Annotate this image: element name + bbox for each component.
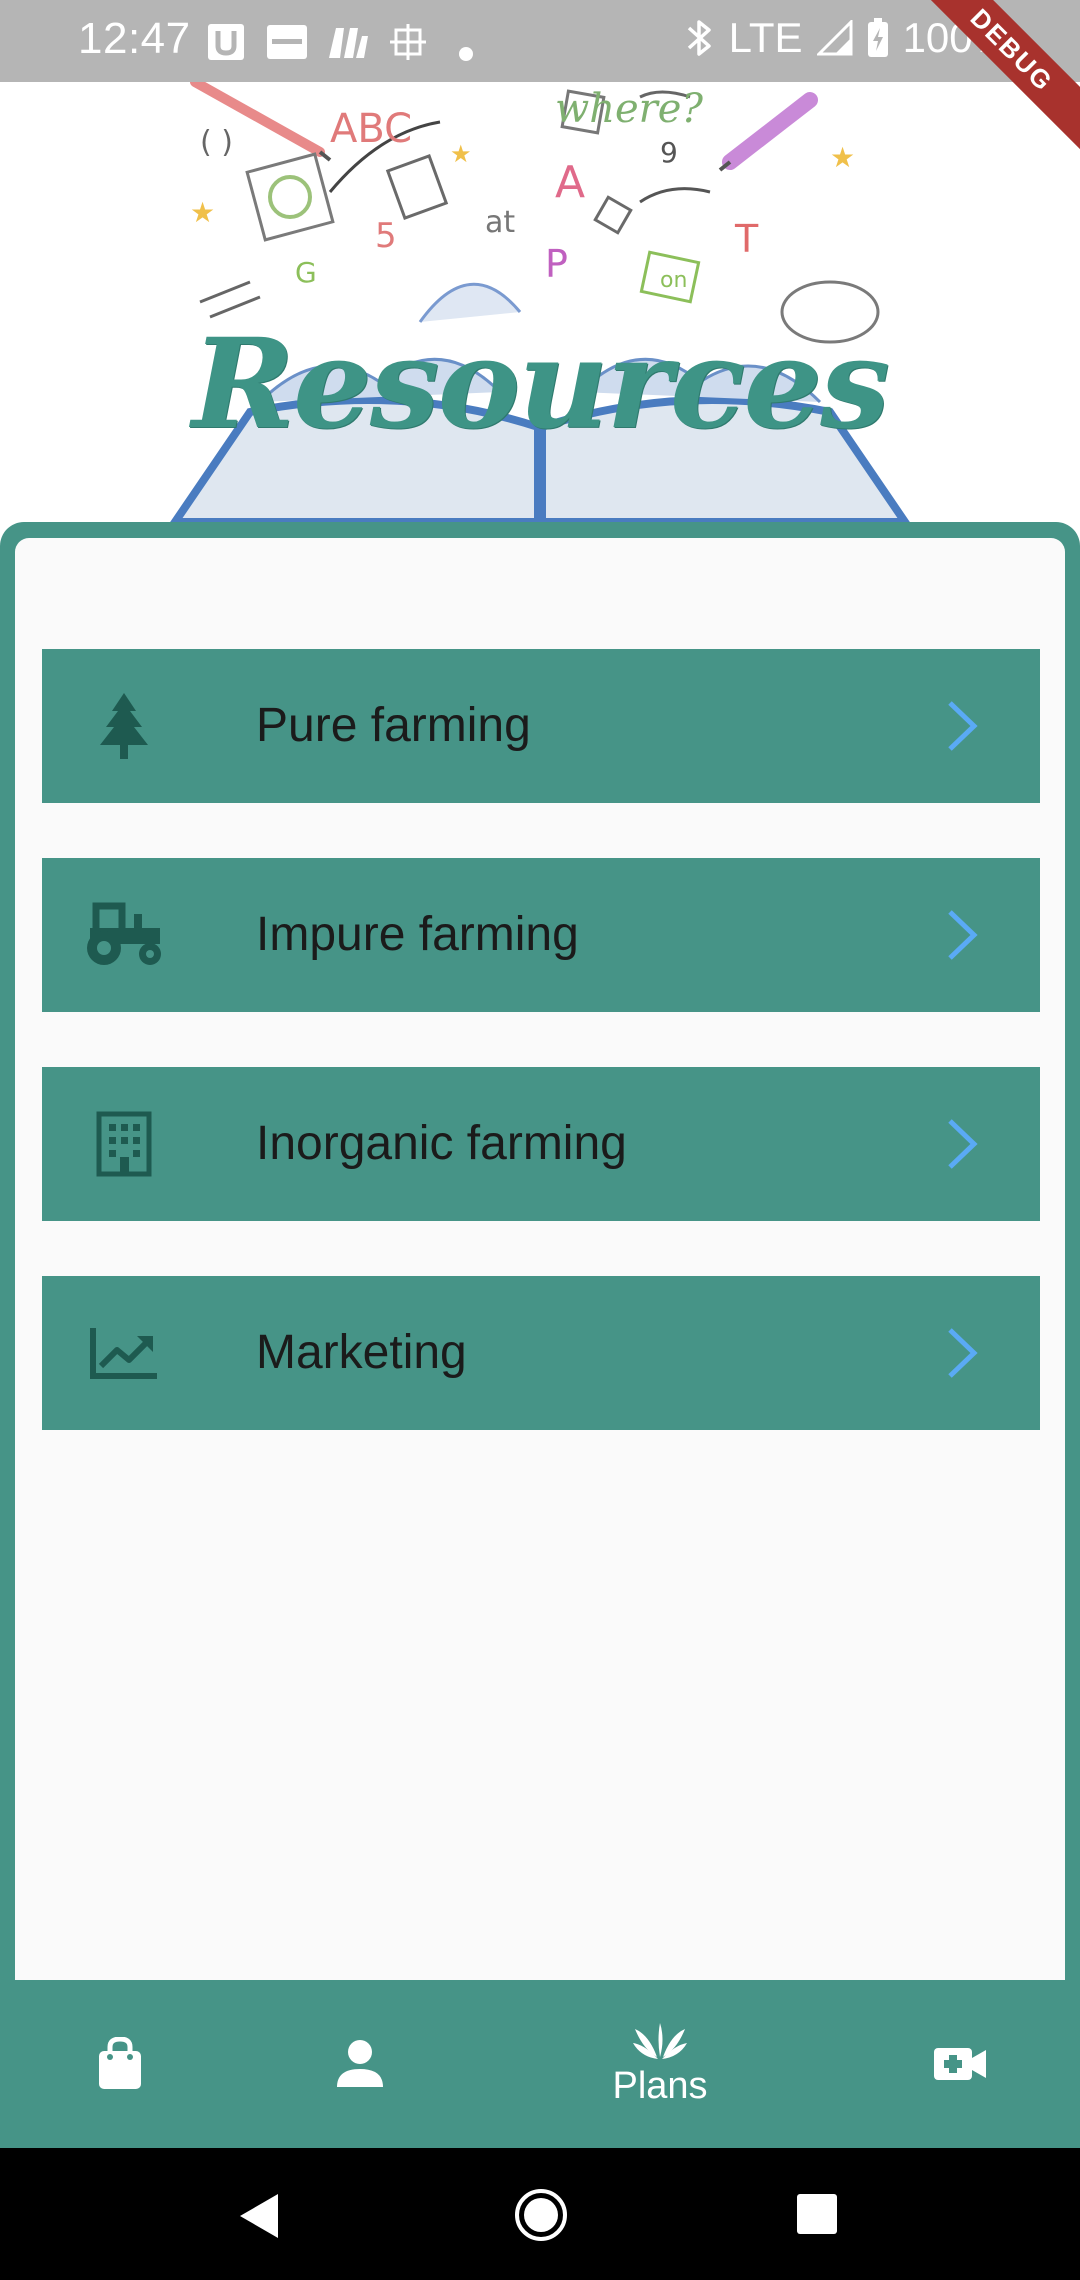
notification-zomato-icon	[267, 25, 307, 59]
svg-text:★: ★	[450, 141, 472, 168]
nav-item-profile[interactable]	[300, 1980, 420, 2148]
svg-text:★: ★	[830, 142, 855, 173]
svg-text:where?: where?	[555, 86, 703, 132]
nav-item-label: Plans	[612, 2064, 708, 2107]
menu-item-inorganic-farming[interactable]: Inorganic farming	[42, 1067, 1040, 1221]
building-icon	[82, 1107, 166, 1181]
svg-text:★: ★	[190, 197, 215, 228]
signal-icon	[816, 20, 853, 56]
system-navigation-bar	[0, 2148, 1080, 2280]
chevron-right-icon	[948, 1328, 978, 1378]
chevron-right-icon	[948, 701, 978, 751]
bluetooth-icon	[687, 20, 711, 56]
page-title: Resources	[191, 312, 890, 457]
nav-item-plans[interactable]: Plans	[580, 1980, 740, 2148]
menu-item-label: Marketing	[256, 1326, 467, 1379]
menu-item-impure-farming[interactable]: Impure farming	[42, 858, 1040, 1012]
status-time: 12:47	[78, 14, 191, 63]
svg-text:5: 5	[375, 216, 397, 256]
screen: 12:47 LTE 100% DEBUG ABC A P T 5 at 9 (…	[0, 0, 1080, 2280]
svg-text:A: A	[555, 157, 585, 208]
open-book-doodle-illustration: ABC A P T 5 at 9 ( ) G where? on ★ ★ ★	[167, 82, 913, 526]
menu-item-pure-farming[interactable]: Pure farming	[42, 649, 1040, 803]
notification-dot-icon	[459, 47, 473, 61]
header-illustration: ABC A P T 5 at 9 ( ) G where? on ★ ★ ★ R…	[0, 82, 1080, 532]
chevron-right-icon	[948, 1119, 978, 1169]
svg-text:G: G	[295, 256, 317, 289]
nav-item-shop[interactable]	[60, 1980, 180, 2148]
video-call-icon	[934, 2048, 986, 2080]
svg-text:ABC: ABC	[330, 106, 412, 152]
chevron-right-icon	[948, 910, 978, 960]
svg-text:T: T	[734, 217, 759, 261]
back-icon[interactable]	[236, 2192, 280, 2240]
svg-text:( ): ( )	[200, 125, 233, 160]
menu-item-label: Inorganic farming	[256, 1117, 627, 1170]
resources-card: Pure farming Impure farming Inorganic fa…	[0, 522, 1080, 1998]
menu-item-marketing[interactable]: Marketing	[42, 1276, 1040, 1430]
menu-item-label: Pure farming	[256, 699, 531, 752]
home-icon[interactable]	[514, 2188, 568, 2242]
notification-u-icon	[208, 24, 244, 60]
svg-text:at: at	[485, 205, 515, 240]
bottom-navigation-bar: Plans	[0, 1980, 1080, 2148]
notification-app-icon	[329, 28, 368, 58]
status-bar: 12:47 LTE 100%	[0, 0, 1080, 82]
trending-chart-icon	[82, 1316, 166, 1390]
person-icon	[337, 2040, 383, 2087]
menu-item-label: Impure farming	[256, 908, 579, 961]
network-type: LTE	[728, 14, 803, 61]
notification-screenshot-icon	[390, 24, 426, 60]
svg-text:P: P	[545, 242, 568, 286]
svg-text:on: on	[660, 268, 687, 293]
resources-card-body: Pure farming Impure farming Inorganic fa…	[15, 538, 1065, 1998]
tractor-icon	[82, 898, 166, 972]
nav-item-video[interactable]	[900, 1980, 1020, 2148]
recents-icon[interactable]	[796, 2193, 838, 2235]
svg-text:9: 9	[660, 136, 678, 169]
plant-icon	[633, 2022, 687, 2059]
tree-icon	[82, 689, 166, 763]
shopping-bag-icon	[99, 2037, 141, 2089]
battery-charging-icon	[867, 18, 888, 57]
